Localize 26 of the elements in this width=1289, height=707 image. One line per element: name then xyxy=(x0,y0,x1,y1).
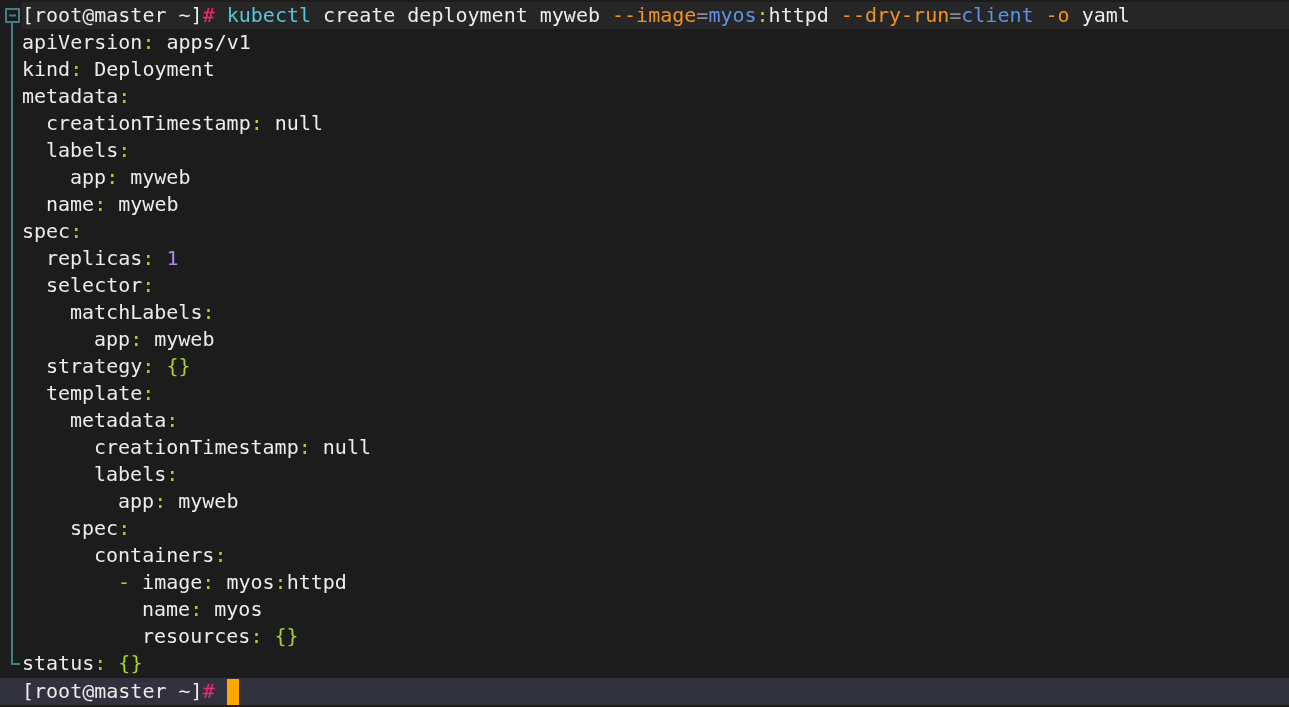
text-cursor xyxy=(226,678,239,705)
yaml-line: strategy: {} xyxy=(45,353,192,380)
yaml-line: metadata: xyxy=(69,407,180,434)
yaml-line: resources: {} xyxy=(141,623,300,650)
yaml-line: name: myos xyxy=(141,596,264,623)
yaml-line: app: myweb xyxy=(69,164,192,191)
yaml-line: labels: xyxy=(45,137,132,164)
yaml-line: labels: xyxy=(93,461,180,488)
yaml-line: - image: myos:httpd xyxy=(117,569,348,596)
yaml-line: replicas: 1 xyxy=(45,245,180,272)
yaml-line: metadata: xyxy=(22,83,132,110)
collapse-icon[interactable] xyxy=(5,8,20,23)
yaml-line: status: {} xyxy=(22,650,144,677)
yaml-line: name: myweb xyxy=(45,191,180,218)
yaml-line: creationTimestamp: null xyxy=(45,110,324,137)
yaml-line: template: xyxy=(45,380,156,407)
yaml-line: creationTimestamp: null xyxy=(93,434,372,461)
yaml-line: app: myweb xyxy=(117,488,240,515)
yaml-line: kind: Deployment xyxy=(22,56,216,83)
yaml-line: spec: xyxy=(69,515,132,542)
yaml-line: containers: xyxy=(93,542,228,569)
yaml-line: spec: xyxy=(22,218,84,245)
yaml-line: selector: xyxy=(45,272,156,299)
yaml-line: app: myweb xyxy=(93,326,216,353)
yaml-line: apiVersion: apps/v1 xyxy=(22,29,252,56)
yaml-line: matchLabels: xyxy=(69,299,216,326)
